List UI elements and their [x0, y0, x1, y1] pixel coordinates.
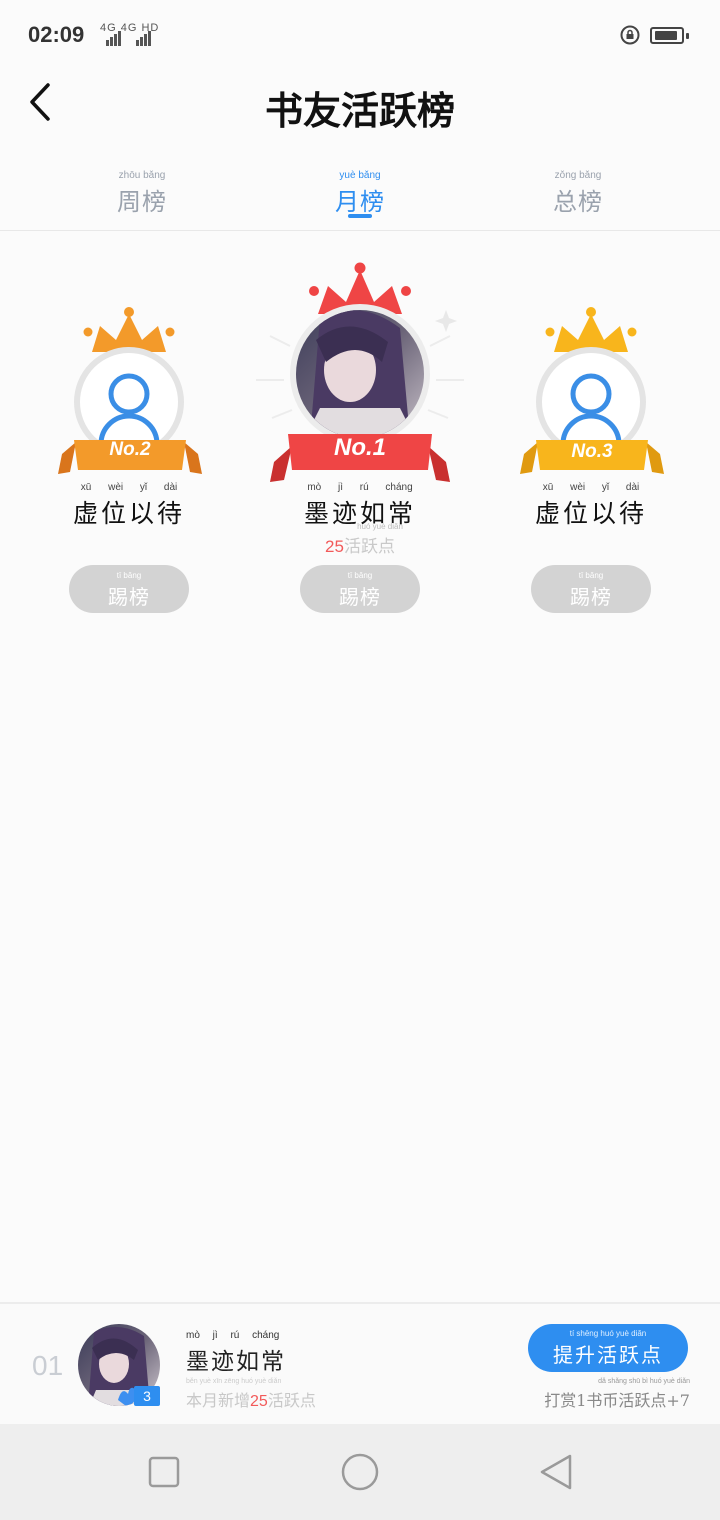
star-icon [435, 310, 457, 332]
divider [0, 230, 720, 231]
rank-1-points: huó yuè diǎn 25活跃点 [260, 522, 460, 557]
status-time: 02:09 [28, 22, 85, 47]
kick-label: 踢榜 [339, 585, 381, 609]
kick-label: 踢榜 [570, 585, 612, 609]
name-text: 墨迹如常 [186, 1349, 286, 1375]
tab-pinyin: zǒng bǎng [554, 170, 602, 181]
sub-value: 25 [250, 1393, 268, 1410]
rotation-lock-icon [620, 25, 640, 45]
tab-weekly[interactable]: zhōu bǎng 周榜 [82, 170, 202, 217]
tab-label: 周榜 [117, 188, 167, 216]
home-circle-icon[interactable] [340, 1452, 380, 1492]
battery-tip [686, 33, 689, 39]
kick-pinyin: tī bǎng [578, 571, 604, 580]
boost-pinyin: tí shēng huó yuè diǎn [569, 1329, 647, 1338]
points-value: 25 [325, 537, 344, 556]
reward-text: 打赏1书币活跃点+7 [544, 1391, 690, 1410]
my-rank-number: 01 [32, 1350, 64, 1381]
boost-label: 提升活跃点 [553, 1343, 663, 1367]
boost-activity-button[interactable]: tí shēng huó yuè diǎn 提升活跃点 [528, 1324, 688, 1372]
reward-hint: dǎ shǎng shū bì huó yuè diǎn 打赏1书币活跃点+7 [500, 1378, 690, 1411]
tab-label: 月榜 [335, 188, 385, 216]
points-pinyin: huó yuè diǎn [357, 522, 403, 531]
rank-3-label: No.3 [571, 441, 613, 462]
tab-pinyin: zhōu bǎng [118, 170, 166, 181]
sub-prefix: 本月新增 [186, 1391, 251, 1410]
sub-pinyin: běn yuè xīn zēng huó yuè diǎn [186, 1378, 282, 1385]
rank-1-label: No.1 [333, 434, 386, 461]
name-pinyin: xū wèi yǐ dài [542, 482, 640, 493]
tab-label: 总榜 [553, 188, 603, 216]
page-title: 书友活跃榜 [264, 88, 455, 133]
kick-pinyin: tī bǎng [116, 571, 142, 580]
name-pinyin: xū wèi yǐ dài [80, 482, 178, 493]
rank-2-label: No.2 [109, 439, 151, 460]
kick-button-3[interactable]: tī bǎng 踢榜 [531, 565, 651, 613]
level-badge: 3 [134, 1386, 160, 1406]
back-triangle-icon[interactable] [538, 1452, 576, 1492]
my-name: mò jì rú cháng 墨迹如常 [186, 1330, 286, 1376]
kick-pinyin: tī bǎng [347, 571, 373, 580]
tab-pinyin: yuè bǎng [339, 170, 381, 181]
name-text: 虚位以待 [534, 499, 647, 528]
active-tab-indicator [348, 214, 372, 218]
reward-pinyin: dǎ shǎng shū bì huó yuè diǎn [598, 1378, 690, 1385]
crown-icon [83, 307, 175, 352]
sub-suffix: 活跃点 [267, 1391, 316, 1410]
kick-button-1[interactable]: tī bǎng 踢榜 [300, 565, 420, 613]
battery-icon [650, 27, 684, 44]
rank-3-name: xū wèi yǐ dài 虚位以待 [491, 482, 691, 530]
tab-total[interactable]: zǒng bǎng 总榜 [518, 170, 638, 217]
name-pinyin: mò jì rú cháng [307, 482, 413, 493]
my-monthly-points: běn yuè xīn zēng huó yuè diǎn 本月新增25活跃点 [186, 1378, 316, 1411]
name-pinyin: mò jì rú cháng [186, 1330, 280, 1341]
kick-label: 踢榜 [108, 585, 150, 609]
tab-monthly[interactable]: yuè bǎng 月榜 [300, 170, 420, 217]
kick-button-2[interactable]: tī bǎng 踢榜 [69, 565, 189, 613]
points-suffix: 活跃点 [343, 537, 395, 557]
name-text: 虚位以待 [72, 499, 185, 528]
recents-square-icon[interactable] [146, 1454, 182, 1490]
rank-2-name: xū wèi yǐ dài 虚位以待 [29, 482, 229, 530]
signal-icons [106, 31, 151, 46]
crown-icon [545, 307, 637, 352]
